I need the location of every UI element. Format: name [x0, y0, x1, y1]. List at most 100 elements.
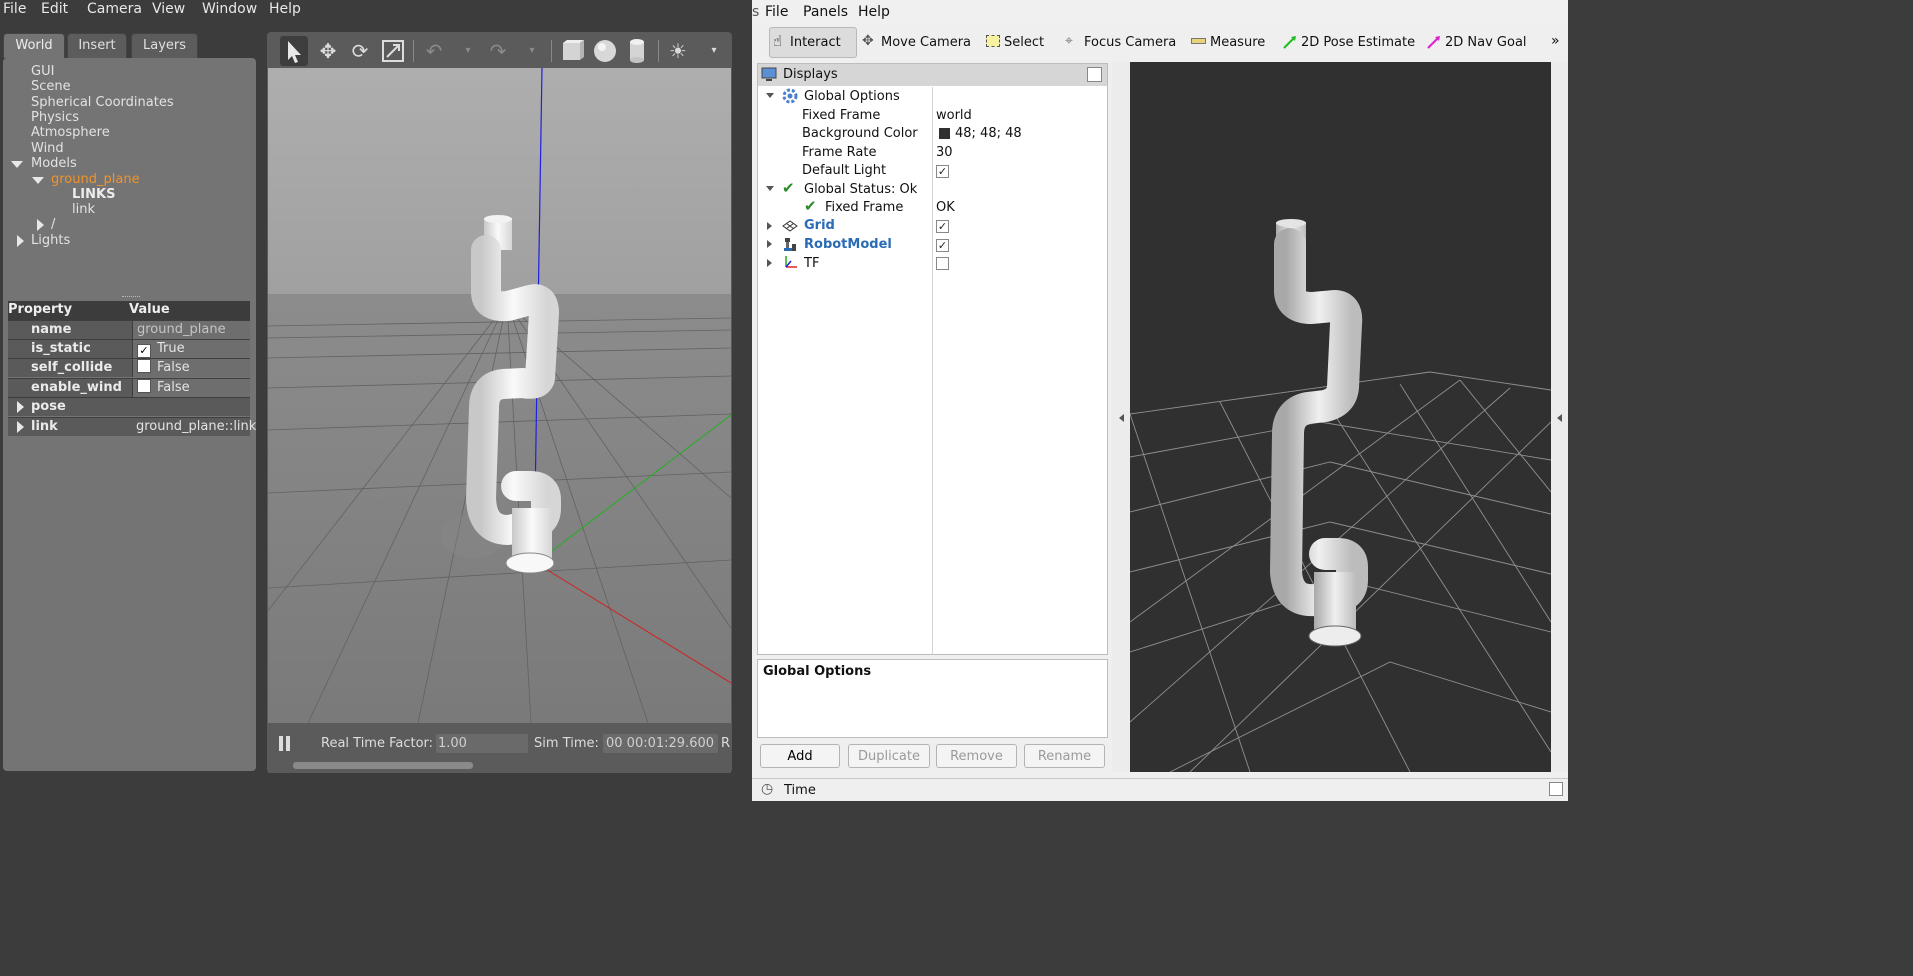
duplicate-button[interactable]: Duplicate — [848, 744, 930, 768]
select-button[interactable]: Select — [1004, 35, 1044, 50]
tree-item-physics[interactable]: Physics — [31, 110, 79, 125]
tf-checkbox[interactable] — [936, 257, 949, 270]
menu-help[interactable]: Help — [858, 4, 890, 20]
tree-item-link[interactable]: link — [72, 202, 95, 217]
tab-layers[interactable]: Layers — [131, 33, 198, 58]
prop-value-is-static[interactable]: ✓ True — [132, 340, 250, 358]
lights-expand-icon[interactable] — [17, 235, 24, 247]
header-value: Value — [129, 302, 170, 317]
horizontal-scrollbar[interactable] — [293, 762, 473, 769]
prop-row-pose[interactable]: pose — [8, 397, 250, 416]
scale-mode-icon[interactable] — [379, 36, 407, 66]
tree-item-lights[interactable]: Lights — [31, 233, 70, 248]
column-divider[interactable] — [932, 87, 933, 654]
robot-model-checkbox[interactable]: ✓ — [936, 239, 949, 252]
tree-item-scene[interactable]: Scene — [31, 79, 71, 94]
rename-button[interactable]: Rename — [1024, 744, 1105, 768]
menu-help[interactable]: Help — [269, 1, 301, 17]
is-static-value: True — [157, 341, 185, 356]
frame-rate-value[interactable]: 30 — [936, 145, 953, 160]
splitter-handle[interactable] — [122, 296, 140, 299]
undo-history-icon[interactable]: ▾ — [454, 36, 482, 66]
remove-button[interactable]: Remove — [936, 744, 1017, 768]
grid-checkbox[interactable]: ✓ — [936, 220, 949, 233]
add-button[interactable]: Add — [760, 744, 840, 768]
prop-value-name[interactable]: ground_plane — [132, 321, 250, 339]
menu-view[interactable]: View — [152, 1, 185, 17]
float-panel-button[interactable] — [1087, 67, 1102, 82]
global-status-label: Global Status: Ok — [804, 182, 918, 197]
rviz-3d-viewport[interactable] — [1130, 62, 1551, 772]
default-light-checkbox[interactable]: ✓ — [936, 165, 949, 178]
interact-icon: ☝ — [773, 32, 783, 50]
menu-file[interactable]: File — [3, 1, 26, 17]
toolbar-overflow-button[interactable]: » — [1551, 33, 1560, 49]
robot-model-expand-icon[interactable] — [767, 240, 772, 248]
global-options-expand-icon[interactable] — [766, 93, 774, 98]
slash-expand-icon[interactable] — [37, 219, 44, 231]
tree-item-gui[interactable]: GUI — [31, 64, 54, 79]
tree-item-spherical-coordinates[interactable]: Spherical Coordinates — [31, 95, 174, 110]
link-expand-icon[interactable] — [17, 421, 24, 433]
menu-panels[interactable]: Panels — [803, 4, 848, 20]
point-light-icon[interactable]: ☀ — [664, 36, 692, 66]
tree-item-wind[interactable]: Wind — [31, 141, 64, 156]
prop-key: enable_wind — [31, 380, 122, 395]
tree-item-slash[interactable]: / — [51, 217, 55, 232]
right-dock-splitter[interactable] — [1551, 62, 1568, 772]
ground-plane-expand-icon[interactable] — [32, 177, 44, 184]
redo-icon[interactable]: ↷ — [484, 36, 512, 66]
is-static-checkbox[interactable]: ✓ — [137, 344, 151, 358]
toolbar-separator — [413, 40, 414, 62]
tab-world[interactable]: World — [3, 33, 65, 58]
enable-wind-checkbox[interactable] — [137, 379, 151, 393]
select-mode-icon[interactable] — [280, 36, 308, 66]
rotate-mode-icon[interactable]: ⟳ — [346, 36, 374, 66]
global-options-label[interactable]: Global Options — [804, 89, 900, 104]
collapse-right-icon[interactable] — [1557, 414, 1562, 422]
pose-expand-icon[interactable] — [17, 401, 24, 413]
sphere-shape-icon[interactable] — [591, 36, 619, 66]
redo-history-icon[interactable]: ▾ — [518, 36, 546, 66]
collapse-left-icon[interactable] — [1119, 414, 1124, 422]
grid-display[interactable]: Grid — [804, 218, 835, 233]
time-float-button[interactable] — [1549, 782, 1563, 796]
left-dock-splitter[interactable] — [1112, 62, 1130, 772]
rtf-value: 1.00 — [436, 734, 528, 753]
menu-camera[interactable]: Camera — [87, 1, 142, 17]
tree-item-atmosphere[interactable]: Atmosphere — [31, 125, 110, 140]
menu-edit[interactable]: Edit — [41, 1, 68, 17]
tree-item-ground-plane[interactable]: ground_plane — [51, 172, 140, 187]
undo-icon[interactable]: ↶ — [420, 36, 448, 66]
robot-model-display[interactable]: RobotModel — [804, 237, 892, 252]
self-collide-checkbox[interactable] — [137, 359, 151, 373]
gazebo-menubar: File Edit Camera View Window Help — [0, 0, 752, 20]
global-status-expand-icon[interactable] — [766, 186, 774, 191]
tf-expand-icon[interactable] — [767, 259, 772, 267]
tf-display[interactable]: TF — [804, 256, 819, 271]
fixed-frame-value[interactable]: world — [936, 108, 972, 123]
models-expand-icon[interactable] — [11, 161, 23, 168]
menu-file[interactable]: File — [765, 4, 788, 20]
menu-window[interactable]: Window — [202, 1, 257, 17]
cylinder-shape-icon[interactable] — [623, 36, 651, 66]
gazebo-3d-viewport[interactable] — [268, 68, 731, 723]
focus-camera-button[interactable]: Focus Camera — [1084, 35, 1176, 50]
interact-label[interactable]: Interact — [790, 35, 841, 50]
nav-goal-button[interactable]: 2D Nav Goal — [1445, 35, 1527, 50]
prop-value-enable-wind[interactable]: False — [132, 379, 250, 397]
pause-icon[interactable] — [279, 736, 283, 751]
more-tools-icon[interactable]: ▾ — [700, 36, 728, 66]
tree-item-models[interactable]: Models — [31, 156, 77, 171]
grid-expand-icon[interactable] — [767, 222, 772, 230]
pose-estimate-button[interactable]: 2D Pose Estimate — [1301, 35, 1415, 50]
translate-mode-icon[interactable]: ✥ — [314, 36, 342, 66]
prop-value-self-collide[interactable]: False — [132, 359, 250, 377]
prop-row-link[interactable]: link ground_plane::link — [8, 417, 256, 436]
measure-button[interactable]: Measure — [1210, 35, 1265, 50]
background-color-swatch[interactable] — [939, 128, 950, 139]
tab-insert[interactable]: Insert — [67, 33, 127, 58]
move-camera-button[interactable]: Move Camera — [881, 35, 971, 50]
box-shape-icon[interactable] — [558, 36, 586, 66]
background-color-value[interactable]: 48; 48; 48 — [955, 126, 1022, 141]
